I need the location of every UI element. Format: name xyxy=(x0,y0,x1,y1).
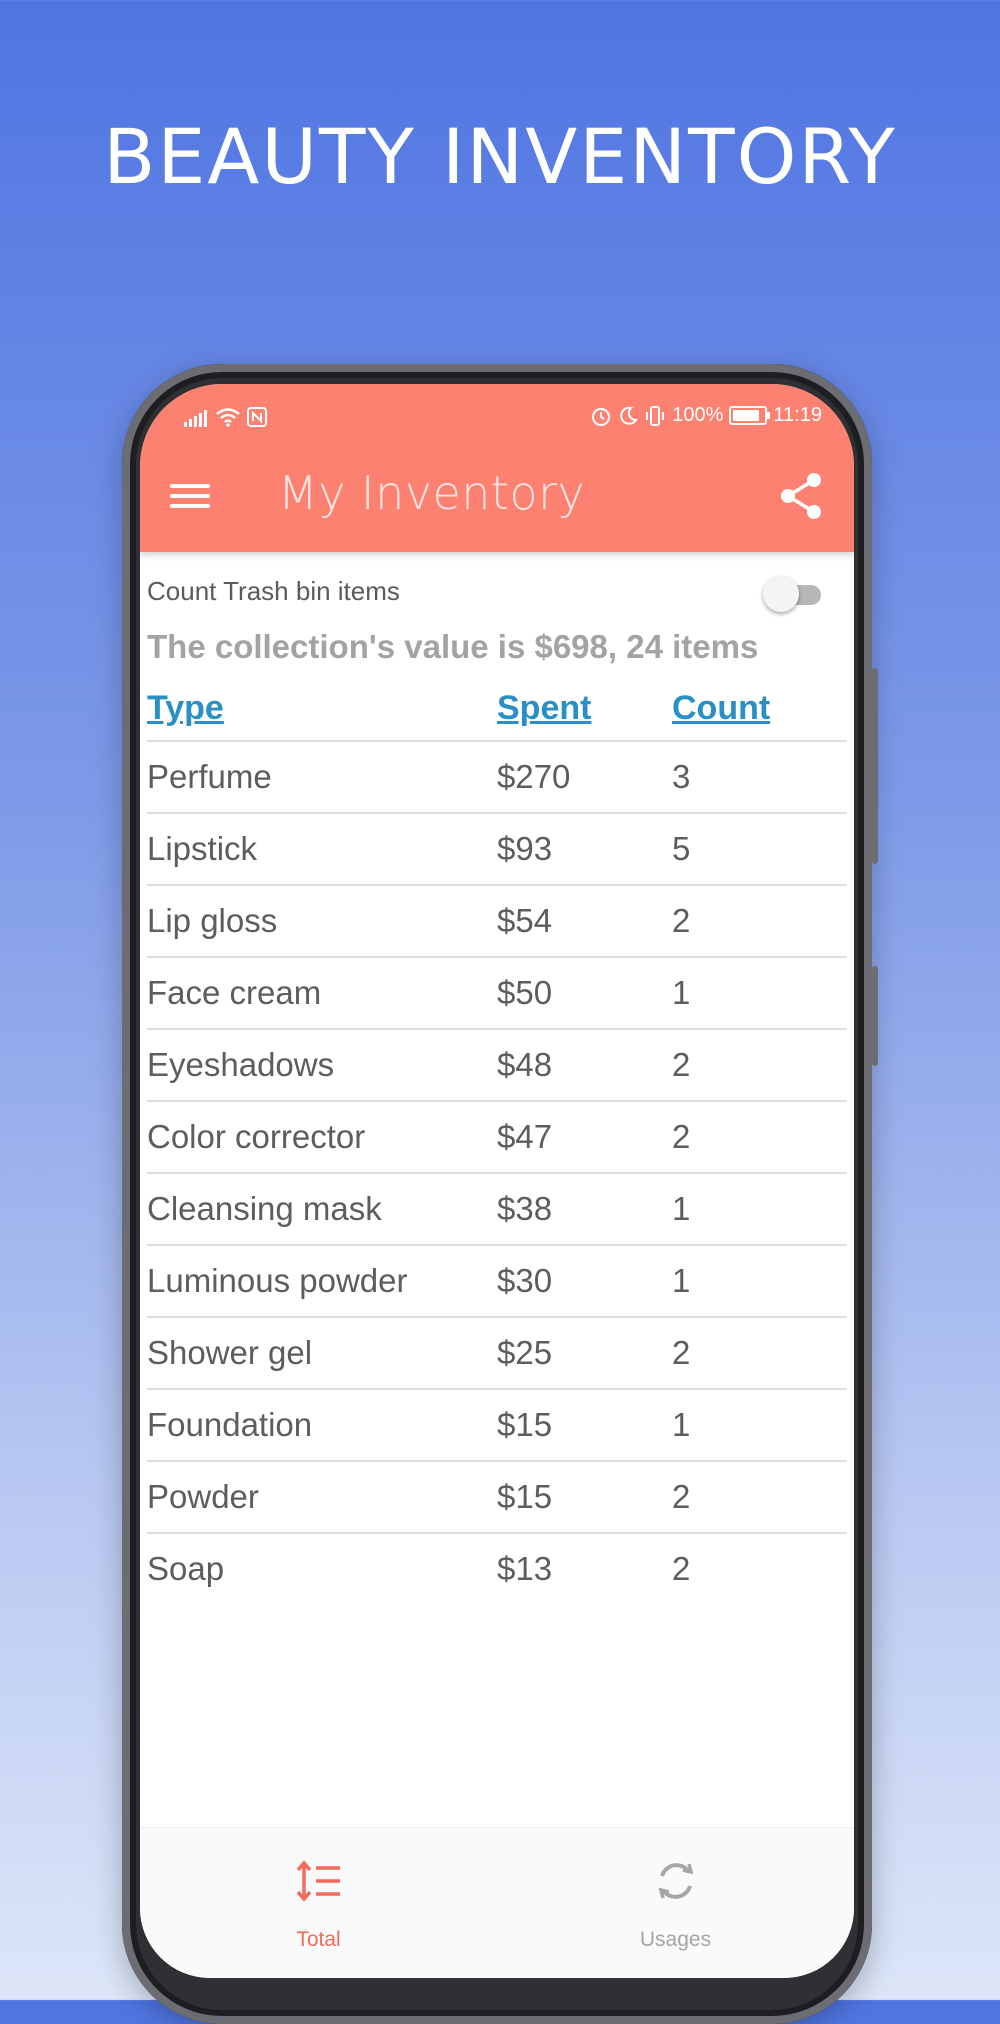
table-row[interactable]: Shower gel $25 2 xyxy=(147,1317,847,1390)
sort-list-icon xyxy=(296,1860,340,1902)
cell-count: 2 xyxy=(672,1461,847,1534)
share-icon[interactable] xyxy=(776,470,828,522)
cell-spent: $47 xyxy=(497,1101,672,1174)
promo-title: BEAUTY INVENTORY xyxy=(103,112,897,201)
cell-count: 2 xyxy=(672,1550,691,1587)
inventory-content: Count Trash bin items The collection's v… xyxy=(147,552,847,1604)
table-row[interactable]: Powder $15 2 xyxy=(147,1461,847,1534)
column-header-type[interactable]: Type xyxy=(147,676,497,742)
cell-spent: $38 xyxy=(497,1173,672,1246)
app-screen: 100% 11:19 My Inventory Count Trash bin … xyxy=(140,384,854,1978)
cell-type: Powder xyxy=(147,1461,497,1534)
cell-type: Lipstick xyxy=(147,813,497,886)
alarm-icon xyxy=(592,407,611,426)
table-row[interactable]: Foundation $15 1 xyxy=(147,1389,847,1462)
cell-spent: $15 xyxy=(497,1389,672,1462)
trash-toggle-label: Count Trash bin items xyxy=(147,576,400,606)
cell-count: 1 xyxy=(672,1173,847,1246)
cell-count: 3 xyxy=(672,741,847,814)
table-row[interactable]: Cleansing mask $38 1 xyxy=(147,1173,847,1246)
cell-spent: $93 xyxy=(497,813,672,886)
cell-type: Perfume xyxy=(147,741,497,814)
cell-count: 2 xyxy=(672,1101,847,1174)
cell-count: 1 xyxy=(672,1245,847,1318)
cell-type: Face cream xyxy=(147,957,497,1030)
trash-toggle-switch[interactable] xyxy=(763,574,825,614)
table-row[interactable]: Color corrector $47 2 xyxy=(147,1101,847,1174)
column-header-count[interactable]: Count xyxy=(672,676,847,742)
cell-type: Foundation xyxy=(147,1389,497,1462)
bottom-nav: Total Usages xyxy=(140,1827,854,1978)
cell-type: Soap xyxy=(147,1550,225,1587)
table-row[interactable]: Face cream $50 1 xyxy=(147,957,847,1030)
toggle-knob xyxy=(763,576,799,612)
column-header-spent[interactable]: Spent xyxy=(497,676,672,742)
cell-spent: $50 xyxy=(497,957,672,1030)
cell-type: Luminous powder xyxy=(147,1245,497,1318)
nfc-icon xyxy=(247,407,267,427)
status-bar: 100% 11:19 xyxy=(140,398,854,438)
app-bar: 100% 11:19 My Inventory xyxy=(140,384,854,552)
cell-type: Color corrector xyxy=(147,1101,497,1174)
nav-label-usages: Usages xyxy=(639,1928,712,1951)
nav-item-total[interactable]: Total xyxy=(140,1828,497,1978)
cell-count: 2 xyxy=(672,885,847,958)
table-row[interactable]: Lipstick $93 5 xyxy=(147,813,847,886)
table-row[interactable]: Soap $13 2 xyxy=(147,1533,847,1604)
cell-spent: $270 xyxy=(497,741,672,814)
cell-type: Eyeshadows xyxy=(147,1029,497,1102)
cell-count: 1 xyxy=(672,957,847,1030)
cell-spent: $54 xyxy=(497,885,672,958)
nav-item-usages[interactable]: Usages xyxy=(497,1828,854,1978)
cell-count: 1 xyxy=(672,1389,847,1462)
table-row[interactable]: Perfume $270 3 xyxy=(147,741,847,814)
cell-spent: $15 xyxy=(497,1461,672,1534)
status-time: 11:19 xyxy=(773,404,822,426)
table-row[interactable]: Lip gloss $54 2 xyxy=(147,885,847,958)
inventory-table: Type Spent Count Perfume $270 3 Lipstick $9… xyxy=(147,676,847,1604)
cell-count: 5 xyxy=(672,813,847,886)
cell-spent: $30 xyxy=(497,1245,672,1318)
vibrate-icon xyxy=(646,405,665,426)
sync-icon xyxy=(658,1863,694,1899)
page-title: My Inventory xyxy=(278,466,586,520)
phone-side-button xyxy=(872,668,878,864)
cell-spent: $25 xyxy=(497,1317,672,1390)
nav-label-total: Total xyxy=(296,1928,341,1951)
cell-type: Shower gel xyxy=(147,1317,497,1390)
hamburger-menu-icon[interactable] xyxy=(168,478,212,522)
table-header-row: Type Spent Count xyxy=(147,676,847,742)
battery-icon xyxy=(729,406,771,425)
collection-summary: The collection's value is $698, 24 items xyxy=(147,628,759,665)
trash-toggle-row: Count Trash bin items xyxy=(147,552,847,612)
signal-icon xyxy=(184,404,209,427)
cell-spent: $48 xyxy=(497,1029,672,1102)
moon-icon xyxy=(620,406,639,425)
cell-spent: $13 xyxy=(497,1550,553,1587)
wifi-icon xyxy=(216,408,240,427)
cell-type: Lip gloss xyxy=(147,885,497,958)
cell-count: 2 xyxy=(672,1029,847,1102)
cell-type: Cleansing mask xyxy=(147,1173,497,1246)
table-row[interactable]: Eyeshadows $48 2 xyxy=(147,1029,847,1102)
phone-side-button xyxy=(872,966,878,1066)
cell-count: 2 xyxy=(672,1317,847,1390)
table-row[interactable]: Luminous powder $30 1 xyxy=(147,1245,847,1318)
battery-percent: 100% xyxy=(672,404,724,426)
